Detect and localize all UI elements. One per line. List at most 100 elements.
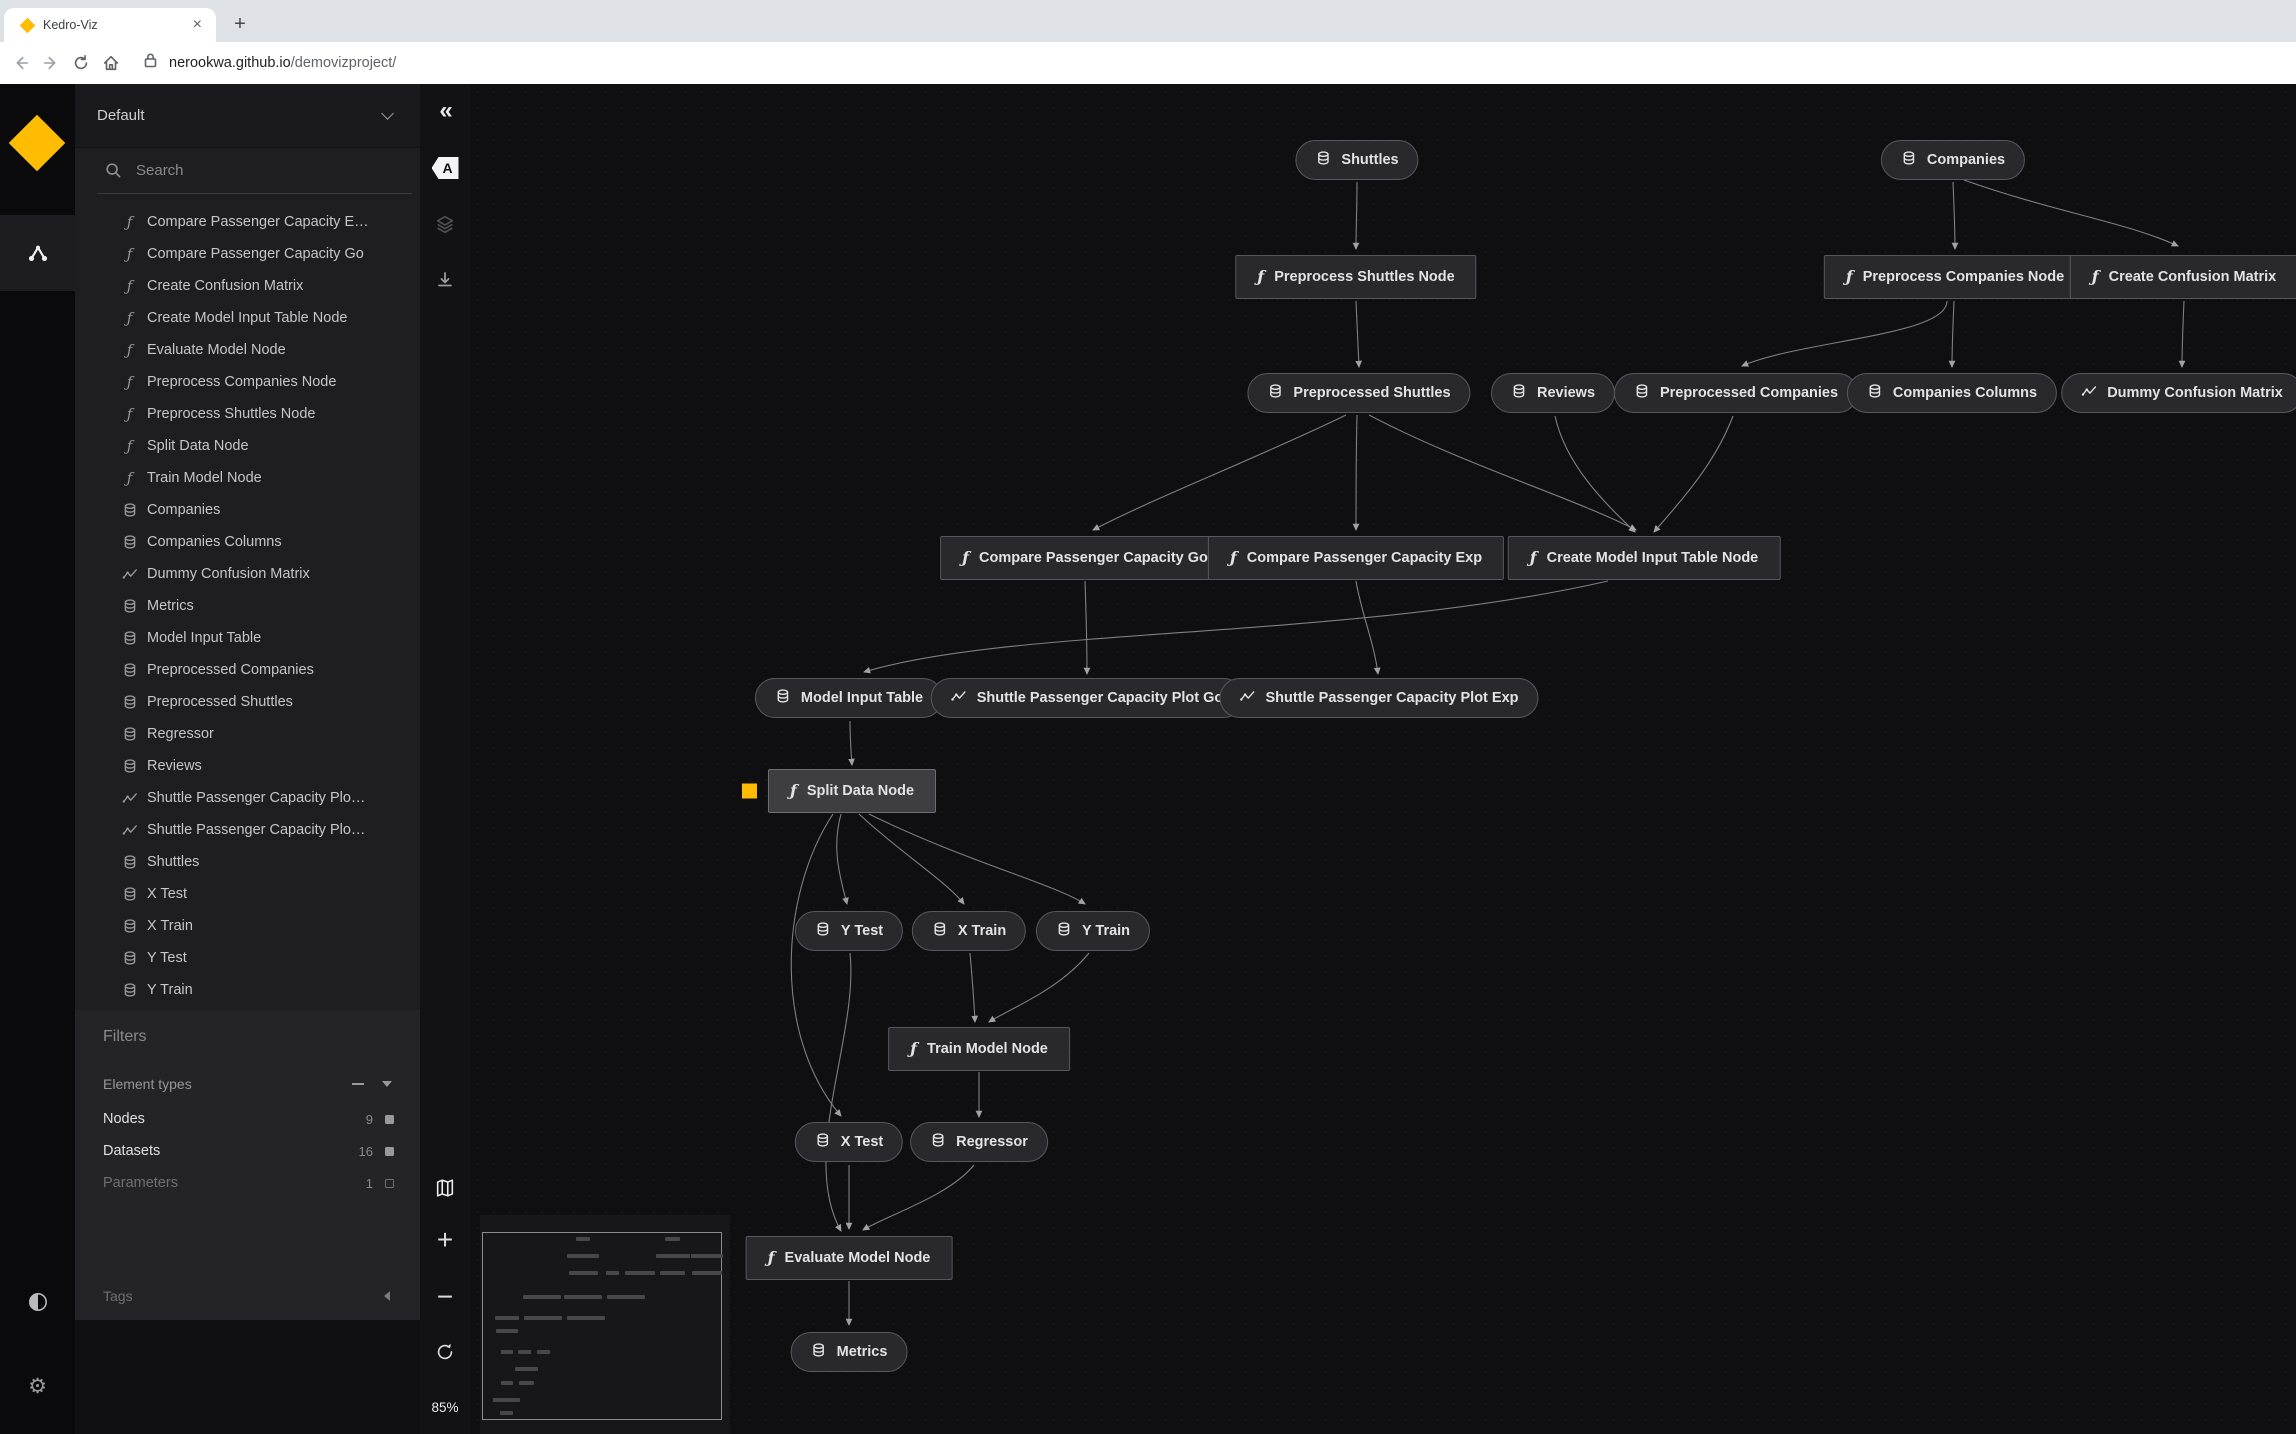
flowchart-canvas[interactable]: Shuttles Companies ƒPreprocess Shuttles No…	[470, 84, 2296, 1434]
tags-group[interactable]: Tags	[103, 1284, 400, 1308]
list-item-label: Model Input Table	[147, 630, 261, 646]
graph-node-model-input-table[interactable]: Model Input Table	[755, 678, 943, 718]
graph-node-shuttle-passenger-capacity-plot-exp[interactable]: Shuttle Passenger Capacity Plot Exp	[1219, 678, 1538, 718]
function-icon: ƒ	[2092, 267, 2099, 286]
list-item[interactable]: Shuttle Passenger Capacity Plo…	[75, 782, 420, 814]
list-item-label: Shuttle Passenger Capacity Plo…	[147, 822, 365, 838]
list-item[interactable]: X Train	[75, 910, 420, 942]
list-item[interactable]: Companies Columns	[75, 526, 420, 558]
list-item[interactable]: Model Input Table	[75, 622, 420, 654]
graph-node-preprocessed-companies[interactable]: Preprocessed Companies	[1614, 373, 1858, 413]
graph-node-x-train[interactable]: X Train	[912, 911, 1026, 951]
filter-indicator-icon[interactable]	[385, 1179, 394, 1188]
list-item[interactable]: Companies	[75, 494, 420, 526]
graph-node-preprocessed-shuttles[interactable]: Preprocessed Shuttles	[1247, 373, 1470, 413]
kedro-logo-icon[interactable]	[9, 115, 66, 172]
list-item[interactable]: ƒPreprocess Companies Node	[75, 366, 420, 398]
graph-node-compare-passenger-capacity-exp[interactable]: ƒCompare Passenger Capacity Exp	[1208, 536, 1504, 580]
filter-row-nodes[interactable]: Nodes9	[103, 1106, 400, 1132]
forward-icon[interactable]	[36, 48, 66, 78]
graph-node-companies[interactable]: Companies	[1881, 140, 2025, 180]
list-item[interactable]: Dummy Confusion Matrix	[75, 558, 420, 590]
sidebar: Default Search ƒCompare Passenger Capaci…	[75, 84, 420, 1434]
new-tab-button[interactable]: +	[226, 10, 254, 38]
toggle-labels-button[interactable]: A	[420, 146, 470, 190]
graph-node-dummy-confusion-matrix[interactable]: Dummy Confusion Matrix	[2061, 373, 2296, 413]
list-item[interactable]: ƒCreate Confusion Matrix	[75, 270, 420, 302]
database-icon	[122, 854, 138, 870]
zoom-in-button[interactable]: +	[420, 1218, 470, 1262]
graph-node-regressor[interactable]: Regressor	[910, 1122, 1048, 1162]
graph-node-y-train[interactable]: Y Train	[1036, 911, 1150, 951]
database-icon	[1315, 150, 1331, 166]
reload-icon[interactable]	[66, 48, 96, 78]
list-item[interactable]: Shuttles	[75, 846, 420, 878]
pipeline-selector[interactable]: Default	[75, 84, 420, 148]
graph-node-split-data-node[interactable]: ƒSplit Data Node	[768, 769, 936, 813]
graph-node-x-test[interactable]: X Test	[795, 1122, 903, 1162]
zoom-out-button[interactable]: −	[420, 1275, 470, 1319]
graph-node-evaluate-model-node[interactable]: ƒEvaluate Model Node	[746, 1236, 953, 1280]
address-bar[interactable]: nerookwa.github.io/demovizproject/	[144, 53, 396, 73]
layers-icon	[434, 213, 456, 235]
graph-node-train-model-node[interactable]: ƒTrain Model Node	[888, 1027, 1070, 1071]
list-item[interactable]: X Test	[75, 878, 420, 910]
graph-node-y-test[interactable]: Y Test	[795, 911, 903, 951]
kedro-viz-screen: Kedro-Viz × + nerookwa.github.io/demoviz…	[0, 0, 2296, 1434]
database-icon	[775, 688, 791, 704]
list-item[interactable]: ƒCompare Passenger Capacity Go	[75, 238, 420, 270]
toggle-minimap-button[interactable]	[420, 1166, 470, 1210]
graph-node-preprocess-shuttles-node[interactable]: ƒPreprocess Shuttles Node	[1235, 255, 1476, 299]
plot-icon	[1239, 688, 1255, 704]
graph-node-create-model-input-table-node[interactable]: ƒCreate Model Input Table Node	[1508, 536, 1781, 580]
filter-indicator-icon[interactable]	[385, 1115, 394, 1124]
graph-node-companies-columns[interactable]: Companies Columns	[1847, 373, 2057, 413]
collapse-sidebar-button[interactable]: «	[420, 89, 470, 133]
graph-node-preprocess-companies-node[interactable]: ƒPreprocess Companies Node	[1824, 255, 2086, 299]
filter-indicator-icon[interactable]	[385, 1147, 394, 1156]
list-item[interactable]: Preprocessed Companies	[75, 654, 420, 686]
minimap[interactable]	[480, 1215, 730, 1434]
graph-node-create-confusion-matrix[interactable]: ƒCreate Confusion Matrix	[2070, 255, 2296, 299]
list-item[interactable]: ƒCreate Model Input Table Node	[75, 302, 420, 334]
graph-node-shuttles[interactable]: Shuttles	[1295, 140, 1418, 180]
chevron-down-icon[interactable]	[382, 1081, 392, 1087]
element-types-label: Element types	[103, 1076, 352, 1092]
list-item[interactable]: ƒEvaluate Model Node	[75, 334, 420, 366]
filter-row-parameters[interactable]: Parameters1	[103, 1170, 400, 1196]
list-item[interactable]: ƒCompare Passenger Capacity E…	[75, 206, 420, 238]
list-item[interactable]: ƒSplit Data Node	[75, 430, 420, 462]
list-item[interactable]: Reviews	[75, 750, 420, 782]
back-icon[interactable]	[6, 48, 36, 78]
list-item[interactable]: Regressor	[75, 718, 420, 750]
home-icon[interactable]	[96, 48, 126, 78]
list-item[interactable]: ƒPreprocess Shuttles Node	[75, 398, 420, 430]
list-item[interactable]: Y Test	[75, 942, 420, 974]
graph-node-compare-passenger-capacity-go[interactable]: ƒCompare Passenger Capacity Go	[940, 536, 1230, 580]
tab-close-icon[interactable]: ×	[189, 16, 206, 34]
toggle-layers-button[interactable]	[420, 202, 470, 246]
settings-button[interactable]: ⚙	[0, 1363, 75, 1409]
theme-toggle-button[interactable]	[0, 1279, 75, 1325]
graph-node-shuttle-passenger-capacity-plot-go[interactable]: Shuttle Passenger Capacity Plot Go	[931, 678, 1244, 718]
graph-node-metrics[interactable]: Metrics	[791, 1332, 908, 1372]
browser-tab[interactable]: Kedro-Viz ×	[4, 8, 216, 42]
gear-icon: ⚙	[28, 1374, 47, 1399]
filter-row-datasets[interactable]: Datasets16	[103, 1138, 400, 1164]
export-button[interactable]	[420, 258, 470, 302]
browser-toolbar: nerookwa.github.io/demovizproject/	[0, 42, 2296, 84]
edge-preprocess-companies-node-to-preprocessed-companies	[1742, 301, 1947, 366]
element-types-group[interactable]: Element types	[103, 1072, 400, 1096]
list-item[interactable]: Shuttle Passenger Capacity Plo…	[75, 814, 420, 846]
list-item[interactable]: Y Train	[75, 974, 420, 1006]
search-input[interactable]: Search	[97, 148, 412, 194]
list-item[interactable]: ƒTrain Model Node	[75, 462, 420, 494]
reset-zoom-button[interactable]	[420, 1330, 470, 1374]
browser-tab-strip: Kedro-Viz × +	[0, 0, 2296, 42]
chevron-left-icon[interactable]	[384, 1291, 390, 1301]
flowchart-view-button[interactable]	[0, 215, 75, 291]
graph-node-reviews[interactable]: Reviews	[1491, 373, 1615, 413]
list-item[interactable]: Preprocessed Shuttles	[75, 686, 420, 718]
minus-icon[interactable]	[352, 1083, 364, 1085]
list-item[interactable]: Metrics	[75, 590, 420, 622]
